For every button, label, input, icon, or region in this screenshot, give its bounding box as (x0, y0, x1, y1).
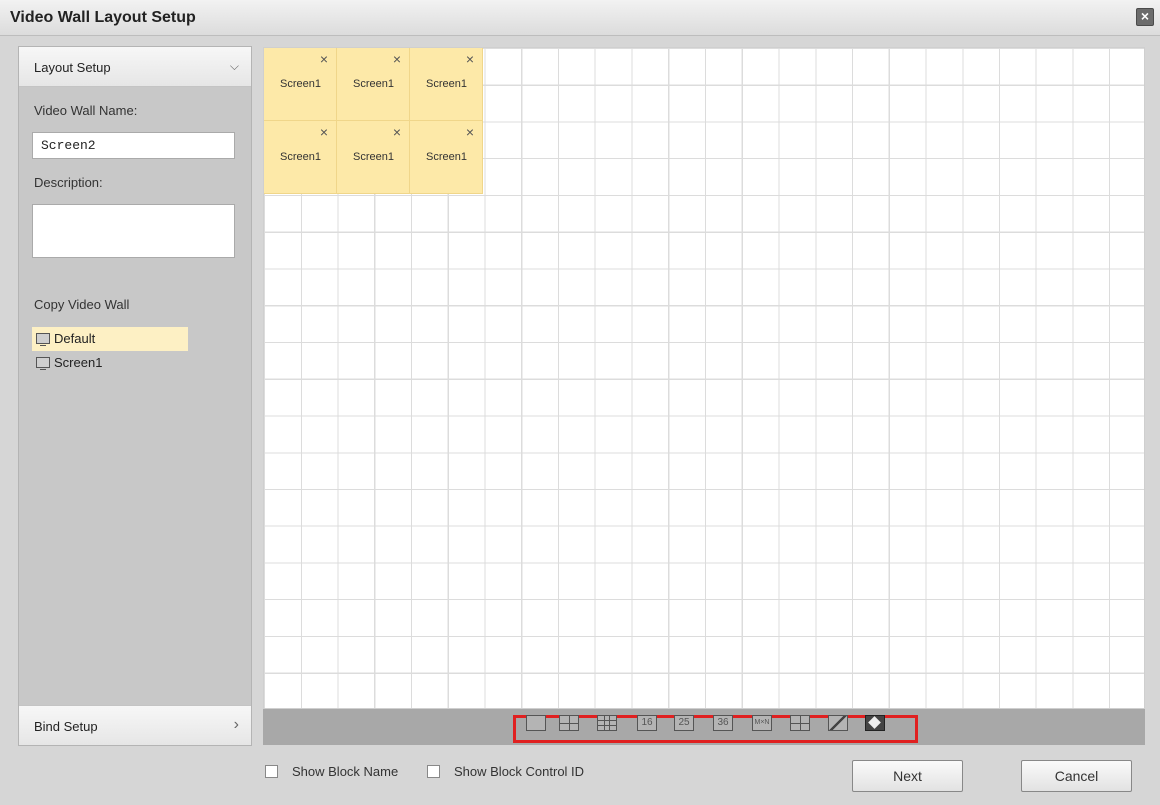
close-icon[interactable]: × (320, 52, 328, 66)
close-icon[interactable]: × (320, 125, 328, 139)
monitor-icon (36, 357, 50, 370)
screen-name: Screen1 (353, 151, 394, 163)
description-input[interactable] (32, 204, 235, 258)
screen-name: Screen1 (280, 151, 321, 163)
close-button[interactable]: × (1136, 8, 1154, 26)
show-block-control-id-label: Show Block Control ID (454, 764, 585, 779)
close-icon[interactable]: × (466, 125, 474, 139)
close-icon[interactable]: × (393, 52, 401, 66)
clear-icon[interactable] (865, 715, 885, 731)
copy-item-default[interactable]: Default (32, 327, 188, 351)
split-36-icon[interactable]: 36 (713, 715, 733, 731)
edit-icon[interactable] (828, 715, 848, 731)
close-icon[interactable]: × (466, 52, 474, 66)
split-9-icon[interactable] (597, 715, 617, 731)
window-title: Video Wall Layout Setup (10, 9, 196, 26)
monitor-icon (36, 333, 50, 346)
bind-setup-header[interactable]: Bind Setup › (19, 705, 251, 745)
title-bar: Video Wall Layout Setup × (0, 0, 1160, 36)
show-block-name-checkbox[interactable] (265, 765, 278, 778)
screen-name: Screen1 (426, 78, 467, 90)
screen-tile[interactable]: × Screen1 (410, 48, 483, 121)
description-label: Description: (34, 175, 103, 190)
chevron-down-icon: ⌵ (229, 59, 239, 73)
screen-tile[interactable]: × Screen1 (337, 48, 410, 121)
screen-tile[interactable]: × Screen1 (337, 121, 410, 194)
layout-toolbar: 16 25 36 M×N (263, 709, 1145, 745)
copy-video-wall-label: Copy Video Wall (34, 297, 130, 312)
split-1-icon[interactable] (526, 715, 546, 731)
video-wall-name-label: Video Wall Name: (34, 103, 138, 118)
chevron-right-icon: › (233, 716, 239, 733)
bind-setup-label: Bind Setup (34, 719, 98, 734)
split-4-icon[interactable] (559, 715, 579, 731)
split-25-icon[interactable]: 25 (674, 715, 694, 731)
show-block-name-label: Show Block Name (292, 764, 399, 779)
copy-item-label: Screen1 (54, 355, 103, 370)
screen-tile[interactable]: × Screen1 (264, 48, 337, 121)
video-wall-name-input[interactable] (32, 132, 235, 159)
cancel-button[interactable]: Cancel (1021, 760, 1132, 792)
layout-grid[interactable]: × Screen1 × Screen1 × Screen1 × Screen1 … (263, 47, 1145, 709)
layout-setup-header[interactable]: Layout Setup ⌵ (19, 47, 251, 87)
close-icon[interactable]: × (393, 125, 401, 139)
copy-item-label: Default (54, 331, 96, 346)
show-block-control-id-checkbox[interactable] (427, 765, 440, 778)
merge-icon[interactable] (790, 715, 810, 731)
screen-name: Screen1 (280, 78, 321, 90)
screen-name: Screen1 (426, 151, 467, 163)
copy-item-screen1[interactable]: Screen1 (32, 351, 188, 375)
layout-setup-label: Layout Setup (34, 60, 111, 75)
screen-tile[interactable]: × Screen1 (410, 121, 483, 194)
left-panel: Layout Setup ⌵ Video Wall Name: Descript… (18, 46, 252, 746)
screen-tile[interactable]: × Screen1 (264, 121, 337, 194)
split-16-icon[interactable]: 16 (637, 715, 657, 731)
screen-name: Screen1 (353, 78, 394, 90)
next-button[interactable]: Next (852, 760, 963, 792)
split-mxn-icon[interactable]: M×N (752, 715, 772, 731)
